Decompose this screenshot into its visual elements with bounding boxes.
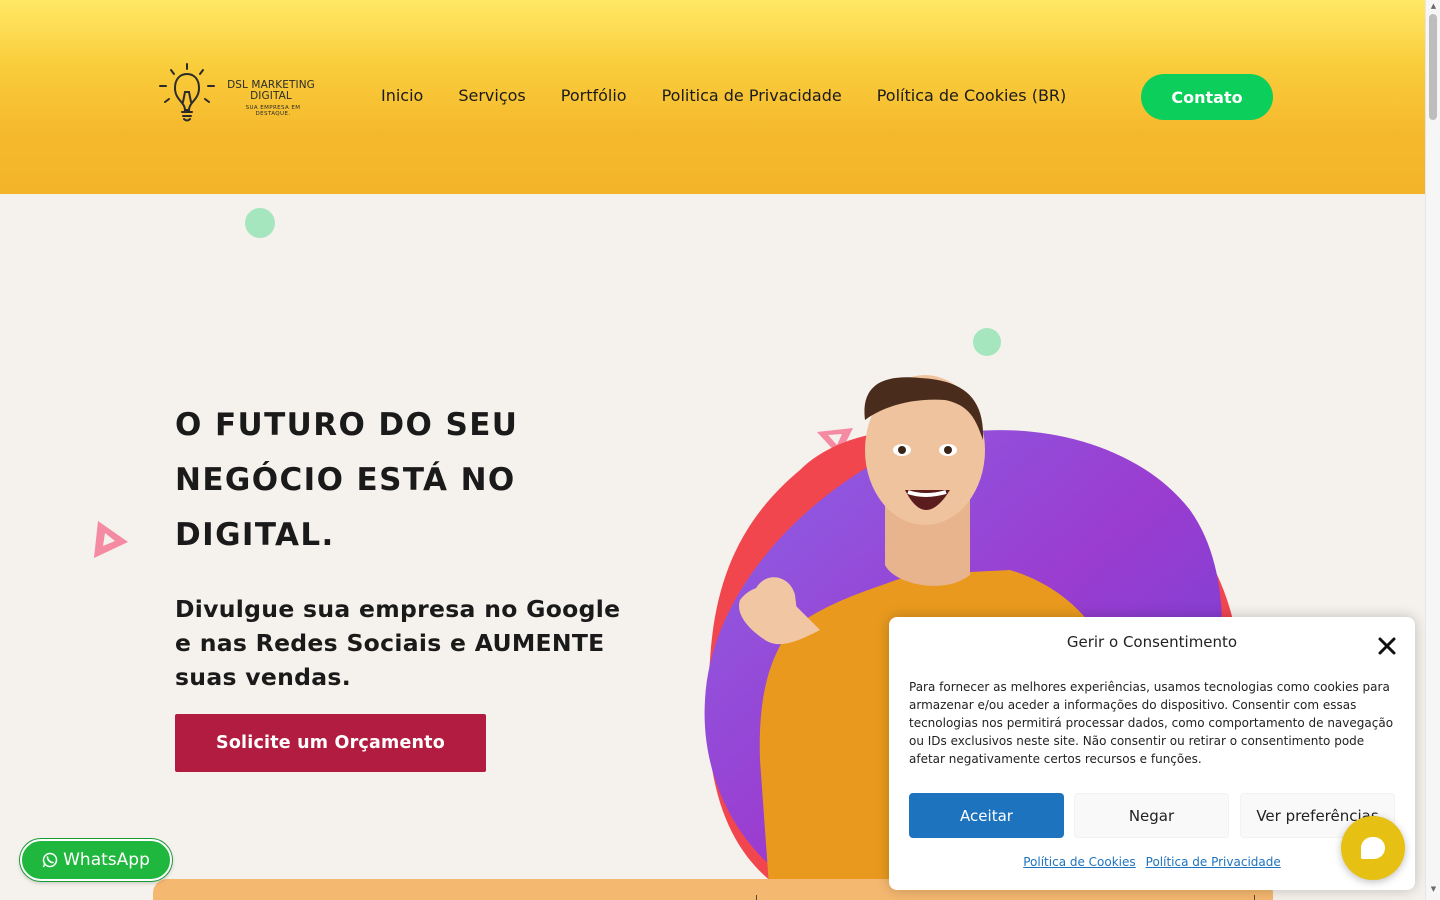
decorative-dot bbox=[245, 208, 275, 238]
strip-divider bbox=[756, 895, 757, 900]
consent-links: Política de Cookies Política de Privacid… bbox=[889, 855, 1415, 869]
consent-text: Para fornecer as melhores experiências, … bbox=[909, 680, 1394, 766]
page-scrollbar[interactable]: ▲ ▼ bbox=[1425, 0, 1440, 900]
chat-bubble-icon bbox=[1361, 837, 1385, 859]
request-quote-button[interactable]: Solicite um Orçamento bbox=[175, 714, 486, 772]
chat-button[interactable] bbox=[1341, 816, 1405, 880]
close-icon[interactable] bbox=[1376, 635, 1398, 657]
nav-item-servicos[interactable]: Serviços bbox=[458, 86, 525, 108]
deny-button[interactable]: Negar bbox=[1074, 793, 1229, 838]
accept-button[interactable]: Aceitar bbox=[909, 793, 1064, 838]
site-header: DSL MARKETING DIGITAL SUA EMPRESA EM DES… bbox=[0, 0, 1425, 194]
nav-item-inicio[interactable]: Inicio bbox=[381, 86, 423, 108]
privacy-policy-link[interactable]: Política de Privacidade bbox=[1146, 855, 1281, 869]
scrollbar-thumb[interactable] bbox=[1429, 14, 1437, 120]
hero-subtitle: Divulgue sua empresa no Google e nas Red… bbox=[175, 595, 621, 691]
scroll-down-icon[interactable]: ▼ bbox=[1429, 885, 1438, 893]
site-logo[interactable]: DSL MARKETING DIGITAL SUA EMPRESA EM DES… bbox=[157, 62, 322, 124]
main-nav: Inicio Serviços Portfólio Politica de Pr… bbox=[381, 86, 1066, 108]
logo-name: DSL MARKETING DIGITAL bbox=[227, 79, 315, 102]
logo-tagline: SUA EMPRESA EM DESTAQUE. bbox=[245, 105, 301, 117]
strip-divider bbox=[1254, 895, 1255, 900]
nav-item-politica-privacidade[interactable]: Politica de Privacidade bbox=[662, 86, 842, 108]
hero-title: O FUTURO DO SEU NEGÓCIO ESTÁ NO DIGITAL. bbox=[175, 407, 519, 553]
whatsapp-label: WhatsApp bbox=[63, 850, 150, 870]
lightbulb-icon bbox=[159, 63, 215, 122]
cookie-policy-link[interactable]: Política de Cookies bbox=[1023, 855, 1135, 869]
nav-item-politica-cookies[interactable]: Política de Cookies (BR) bbox=[877, 86, 1067, 108]
scroll-up-icon[interactable]: ▲ bbox=[1429, 2, 1438, 10]
cookie-consent-dialog: Gerir o Consentimento Para fornecer as m… bbox=[889, 617, 1415, 890]
decorative-triangle bbox=[94, 521, 128, 558]
whatsapp-button[interactable]: WhatsApp bbox=[20, 839, 172, 881]
consent-title: Gerir o Consentimento bbox=[1066, 633, 1238, 651]
nav-item-portfolio[interactable]: Portfólio bbox=[561, 86, 627, 108]
contact-button[interactable]: Contato bbox=[1141, 74, 1273, 120]
whatsapp-icon bbox=[42, 852, 58, 868]
